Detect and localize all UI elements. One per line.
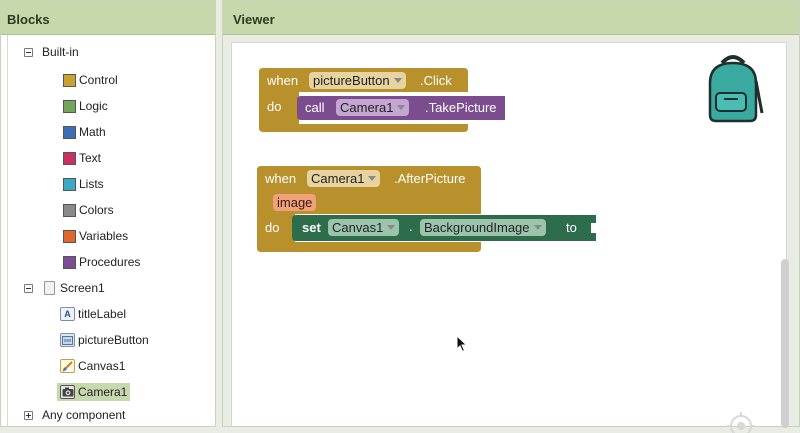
lists-color-icon: [63, 177, 76, 191]
drawer-label: Variables: [79, 229, 129, 243]
logic-color-icon: [63, 99, 76, 113]
set-keyword: set: [302, 220, 321, 235]
drawer-label: Procedures: [79, 255, 141, 269]
tree-any-component[interactable]: Any component: [24, 408, 125, 422]
component-label: pictureButton: [78, 333, 149, 347]
drawer-colors[interactable]: Colors: [63, 203, 114, 217]
event-name: .Click: [420, 73, 452, 88]
drawer-math[interactable]: Math: [63, 125, 106, 139]
drawer-label: Text: [79, 151, 102, 165]
camera-icon: [60, 385, 75, 399]
control-color-icon: [63, 73, 76, 87]
drawer-label: Math: [79, 125, 106, 139]
chevron-down-icon: [387, 225, 396, 230]
dropdown-value: BackgroundImage: [424, 220, 530, 235]
drawer-label: Logic: [79, 99, 108, 113]
screen1-label: Screen1: [60, 281, 105, 295]
drawer-label: Colors: [79, 203, 114, 217]
drawer-label: Lists: [79, 177, 104, 191]
component-dropdown-canvas1[interactable]: Canvas1: [328, 219, 400, 236]
call-keyword: call: [305, 100, 325, 115]
component-dropdown-picturebutton[interactable]: pictureButton: [309, 72, 406, 89]
blocks-workspace[interactable]: when pictureButton .Click do call Camera…: [231, 42, 787, 433]
component-label: Canvas1: [78, 359, 126, 373]
dropdown-value: Canvas1: [332, 220, 384, 235]
drawer-label: Control: [79, 73, 118, 87]
parameter-label: image: [277, 195, 313, 210]
drawer-variables[interactable]: Variables: [63, 229, 128, 243]
when-keyword: when: [265, 171, 297, 186]
blocks-panel: Blocks Built-in Control Logic Math Text …: [0, 0, 216, 427]
component-label: Camera1: [78, 385, 128, 399]
component-label: titleLabel: [78, 307, 127, 321]
method-block-takepicture[interactable]: call Camera1 .TakePicture: [297, 96, 505, 120]
chevron-down-icon: [397, 105, 406, 110]
label-icon: A: [60, 307, 75, 321]
property-dropdown-backgroundimage[interactable]: BackgroundImage: [420, 219, 546, 236]
component-canvas1[interactable]: Canvas1: [60, 359, 125, 373]
to-keyword: to: [566, 220, 577, 235]
drawer-lists[interactable]: Lists: [63, 177, 104, 191]
drawer-procedures[interactable]: Procedures: [63, 255, 140, 269]
component-picturebutton[interactable]: pictureButton: [60, 333, 149, 347]
viewer-panel: Viewer when pictureButton .Click do call…: [222, 0, 800, 433]
math-color-icon: [63, 125, 76, 139]
tree-screen1[interactable]: Screen1: [24, 281, 105, 295]
component-dropdown-camera1[interactable]: Camera1: [307, 170, 381, 187]
tree-builtin[interactable]: Built-in: [24, 45, 79, 59]
expand-toggle-icon[interactable]: [24, 410, 33, 420]
procedures-color-icon: [63, 255, 76, 269]
dot-separator: .: [409, 219, 413, 234]
collapse-toggle-icon[interactable]: [24, 283, 33, 293]
setter-block-backgroundimage[interactable]: set Canvas1 . BackgroundImage to: [292, 215, 596, 241]
blocks-panel-title: Blocks: [1, 1, 215, 35]
component-titlelabel[interactable]: A titleLabel: [60, 307, 126, 321]
drawer-control[interactable]: Control: [63, 73, 118, 87]
button-icon: [60, 333, 75, 347]
collapse-toggle-icon[interactable]: [24, 47, 33, 57]
blocks-tree: Built-in Control Logic Math Text Lists C…: [7, 35, 215, 426]
drawer-text[interactable]: Text: [63, 151, 101, 165]
workspace-vertical-scrollbar[interactable]: [781, 259, 789, 428]
component-camera1[interactable]: Camera1: [57, 383, 131, 401]
drawer-logic[interactable]: Logic: [63, 99, 108, 113]
variables-color-icon: [63, 229, 76, 243]
any-component-label: Any component: [42, 408, 126, 422]
screen-icon: [44, 281, 55, 295]
method-name: .TakePicture: [425, 100, 497, 115]
do-keyword: do: [265, 220, 280, 235]
dropdown-value: Camera1: [340, 100, 394, 115]
canvas-icon: [60, 359, 75, 373]
chevron-down-icon: [368, 176, 377, 181]
recenter-icon[interactable]: [724, 409, 758, 433]
component-dropdown-camera1[interactable]: Camera1: [336, 99, 410, 116]
parameter-image[interactable]: image: [273, 194, 317, 211]
viewer-title: Viewer: [223, 1, 799, 35]
dropdown-value: Camera1: [311, 171, 365, 186]
do-keyword: do: [267, 99, 282, 114]
backpack-icon[interactable]: [700, 53, 766, 123]
builtin-label: Built-in: [42, 45, 79, 59]
mouse-cursor-icon: [456, 335, 468, 353]
chevron-down-icon: [533, 225, 542, 230]
when-keyword: when: [267, 73, 299, 88]
dropdown-value: pictureButton: [313, 73, 390, 88]
chevron-down-icon: [393, 78, 402, 83]
text-color-icon: [63, 151, 76, 165]
colors-color-icon: [63, 203, 76, 217]
event-name: .AfterPicture: [394, 171, 466, 186]
